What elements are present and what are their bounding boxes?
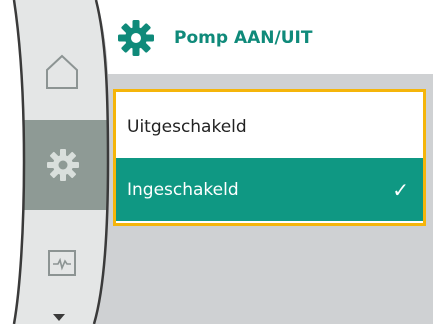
checkmark-icon: ✓ (392, 177, 409, 202)
option-label: Ingeschakeld (127, 179, 239, 200)
chevron-down-icon[interactable] (52, 313, 66, 322)
settings-gear-icon[interactable] (45, 147, 81, 183)
option-ingeschakeld[interactable]: Ingeschakeld ✓ (116, 158, 423, 221)
home-icon[interactable] (44, 52, 80, 92)
monitor-graph-icon[interactable] (47, 249, 77, 277)
gear-icon (118, 20, 154, 56)
option-label: Uitgeschakeld (127, 116, 247, 137)
pump-state-menu: Uitgeschakeld Ingeschakeld ✓ (113, 89, 426, 226)
option-uitgeschakeld[interactable]: Uitgeschakeld (116, 95, 423, 158)
page-title: Pomp AAN/UIT (174, 28, 313, 48)
pump-screen: Pomp AAN/UIT Uitgeschakeld Ingeschakeld … (0, 0, 433, 324)
